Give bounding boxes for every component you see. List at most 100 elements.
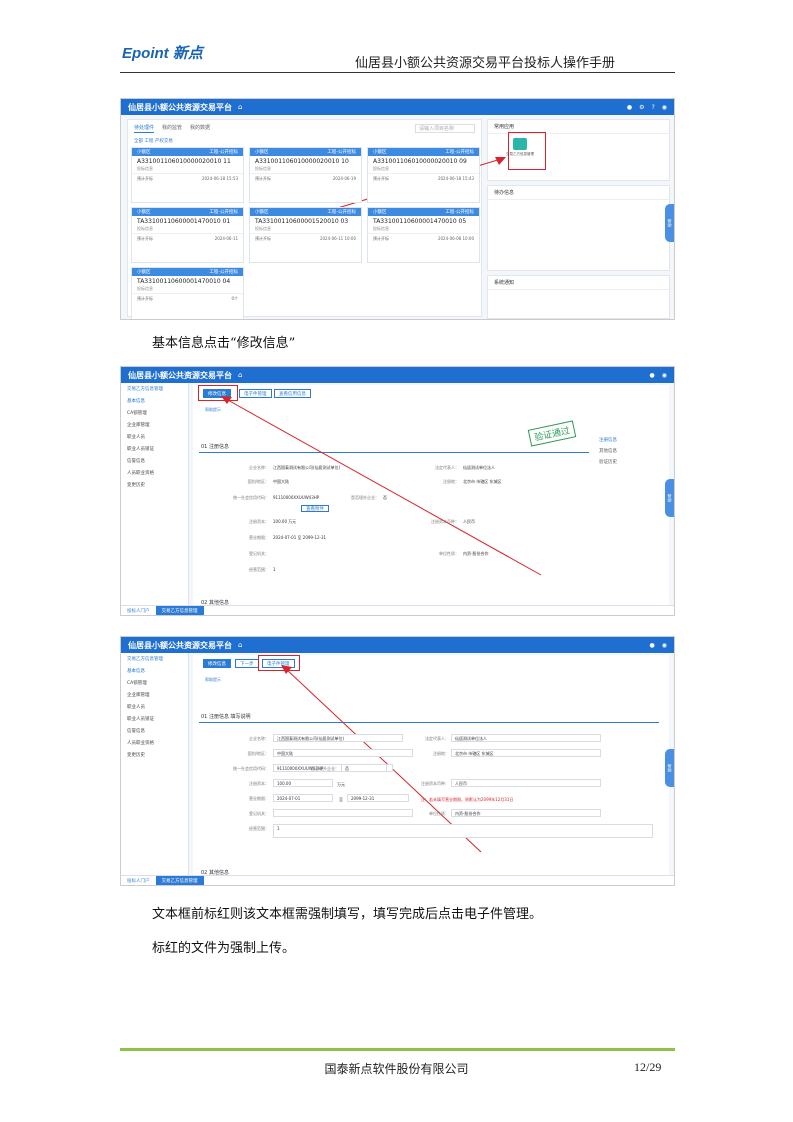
menu-group[interactable]: 交易乙方信息管理 bbox=[121, 653, 188, 665]
field-input[interactable]: 2024-07-01 bbox=[273, 794, 333, 802]
card-header: 小额区 工程-公开招标 bbox=[132, 208, 243, 216]
bottom-tab-manage[interactable]: 交易乙方信息管理 bbox=[155, 876, 204, 885]
menu-staff-lock[interactable]: 职业人员锁证 bbox=[121, 713, 188, 725]
side-tab[interactable]: 帮助 bbox=[665, 479, 674, 517]
end-date-input[interactable]: 2099-12-31 bbox=[347, 794, 409, 802]
field-input[interactable] bbox=[273, 809, 413, 817]
bottom-tab-manage[interactable]: 交易乙方信息管理 bbox=[155, 606, 204, 615]
side-tab[interactable]: 帮助 bbox=[665, 749, 674, 787]
sidebar-menu: 交易乙方信息管理 基本信息 CA锁管理 企业库管理 职业人员 职业人员锁证 信誉… bbox=[121, 653, 189, 875]
menu-ca[interactable]: CA锁管理 bbox=[121, 677, 188, 689]
edit-info-button[interactable]: 修改信息 bbox=[203, 659, 231, 668]
project-card[interactable]: 小额区 工程-公开招标 TA33100110600001520010 03 投标信… bbox=[249, 207, 362, 263]
menu-qualification[interactable]: 人员职业资格 bbox=[121, 737, 188, 749]
field-value: 91110000XXUUW43HP bbox=[273, 495, 320, 500]
card-type: 工程-公开招标 bbox=[327, 150, 356, 155]
menu-ca[interactable]: CA锁管理 bbox=[121, 407, 188, 419]
home-icon[interactable]: ⌂ bbox=[238, 371, 242, 379]
menu-group[interactable]: 交易乙方信息管理 bbox=[121, 383, 188, 395]
card-type: 工程-公开招标 bbox=[327, 210, 356, 215]
tab-pending[interactable]: 待处理件 bbox=[134, 124, 155, 133]
footer-company: 国泰新点软件股份有限公司 bbox=[324, 1062, 469, 1076]
screenshot-dashboard: 仙居县小额公共资源交易平台 ⌂ ● ⚙? ◉ 待处理件 我的监管 我的数据 请输入项… bbox=[120, 98, 675, 320]
field-label: 注册资本币种： bbox=[421, 781, 449, 786]
card-header: 小额区 工程-公开招标 bbox=[368, 148, 479, 156]
filter-bar[interactable]: 全部 工程 产权交易 bbox=[128, 137, 481, 145]
card-row: 预计开标 0个 bbox=[132, 293, 243, 304]
menu-qualification[interactable]: 人员职业资格 bbox=[121, 467, 188, 479]
gear-icon[interactable]: ⚙ bbox=[639, 104, 644, 111]
project-card[interactable]: 小额区 工程-公开招标 TA33100110600001470010 01 投标信… bbox=[131, 207, 244, 263]
tab-data[interactable]: 我的数据 bbox=[190, 124, 210, 133]
next-step-button[interactable]: 下一步 bbox=[235, 659, 259, 668]
bottom-tab-portal[interactable]: 投标人门户 bbox=[121, 878, 156, 884]
bell-icon[interactable]: ● bbox=[650, 372, 655, 379]
project-card[interactable]: 小额区 工程-公开招标 TA33100110600001470010 04 投标信… bbox=[131, 267, 244, 319]
field-input[interactable]: 仙居测试单位法人 bbox=[451, 734, 601, 742]
field-input[interactable]: 否 bbox=[341, 764, 387, 772]
todo-info-title: 待办信息 bbox=[488, 186, 669, 200]
card-row: 预计开标 2024-06-11 10:00 bbox=[250, 233, 361, 244]
project-card[interactable]: 小额区 工程-公开招标 A331001106010000020010 10 投标信… bbox=[249, 147, 362, 203]
home-icon[interactable]: ⌂ bbox=[238, 641, 242, 649]
menu-credit[interactable]: 信誉信息 bbox=[121, 725, 188, 737]
project-card[interactable]: 小额区 工程-公开招标 TA33100110600001470010 05 投标信… bbox=[367, 207, 480, 263]
side-tab[interactable]: 帮助 bbox=[665, 204, 674, 242]
user-icon[interactable]: ◉ bbox=[662, 104, 667, 111]
card-row-label: 预计开标 bbox=[373, 176, 389, 181]
menu-staff[interactable]: 职业人员 bbox=[121, 431, 188, 443]
field-value: 内资-股份合作 bbox=[463, 551, 489, 556]
card-row: 预计开标 2024-06-08 10:00 bbox=[368, 233, 479, 244]
user-icon[interactable]: ◉ bbox=[662, 642, 667, 649]
menu-history[interactable]: 变更历史 bbox=[121, 749, 188, 761]
field-input[interactable]: 100.00 bbox=[273, 779, 333, 787]
nav-other[interactable]: 其他信息 bbox=[599, 446, 617, 457]
card-sub: 投标信息 bbox=[373, 166, 389, 171]
e-doc-button[interactable]: 电子件管理 bbox=[239, 389, 272, 398]
menu-enterprise[interactable]: 企业库管理 bbox=[121, 419, 188, 431]
section-register: 01 注册信息 bbox=[201, 444, 229, 450]
menu-staff[interactable]: 职业人员 bbox=[121, 701, 188, 713]
field-input[interactable]: 中国大陆 bbox=[273, 749, 413, 757]
bell-icon[interactable]: ● bbox=[650, 642, 655, 649]
menu-basic-info[interactable]: 基本信息 bbox=[121, 665, 188, 677]
card-sub: 投标信息 bbox=[373, 226, 389, 231]
nav-history[interactable]: 验证历史 bbox=[599, 457, 617, 468]
user-icon[interactable]: ◉ bbox=[662, 372, 667, 379]
view-attachment-button[interactable]: 查看附件 bbox=[301, 505, 329, 512]
right-nav: 注册信息 其他信息 验证历史 bbox=[599, 435, 617, 468]
project-card[interactable]: 小额区 工程-公开招标 A331001106010000020010 09 投标信… bbox=[367, 147, 480, 203]
highlight-box-edit bbox=[198, 385, 238, 401]
menu-enterprise[interactable]: 企业库管理 bbox=[121, 689, 188, 701]
help-icon[interactable]: ? bbox=[652, 104, 655, 111]
field-input[interactable]: 江西国泰测试有限公司(仙居测试单位) bbox=[273, 734, 403, 742]
search-input[interactable]: 请输入项目名称 bbox=[414, 124, 475, 133]
credit-button[interactable]: 查看信用信息 bbox=[274, 389, 311, 398]
card-type: 工程-公开招标 bbox=[209, 150, 238, 155]
field-input[interactable]: 1 bbox=[273, 824, 653, 838]
field-input[interactable]: 人民币 bbox=[451, 779, 601, 787]
bell-icon[interactable]: ● bbox=[627, 104, 632, 111]
project-card[interactable]: 小额区 工程-公开招标 A331001106010000020010 11 投标信… bbox=[131, 147, 244, 203]
field-label: 企业名称： bbox=[249, 465, 269, 470]
field-input[interactable]: 内资-股份合作 bbox=[451, 809, 601, 817]
section-divider bbox=[199, 722, 659, 723]
menu-credit[interactable]: 信誉信息 bbox=[121, 455, 188, 467]
page-header: Epoint 新点 仙居县小额公共资源交易平台投标人操作手册 bbox=[120, 40, 675, 73]
menu-history[interactable]: 变更历史 bbox=[121, 479, 188, 491]
tab-supervision[interactable]: 我的监管 bbox=[162, 124, 182, 133]
card-code: A331001106010000020010 09 bbox=[373, 158, 467, 165]
home-icon[interactable]: ⌂ bbox=[238, 103, 242, 111]
bottom-tab-portal[interactable]: 投标人门户 bbox=[121, 608, 156, 614]
card-code: TA33100110600001470010 04 bbox=[137, 278, 231, 285]
card-row-label: 预计开标 bbox=[255, 236, 271, 241]
field-label: 注册资本币种： bbox=[431, 519, 459, 524]
nav-register[interactable]: 注册信息 bbox=[599, 435, 617, 446]
menu-basic-info[interactable]: 基本信息 bbox=[121, 395, 188, 407]
card-sub: 投标信息 bbox=[255, 166, 271, 171]
field-input[interactable]: 北京市 市辖区 东城区 bbox=[451, 749, 601, 757]
field-value: 江西国泰测试有限公司(仙居测试单位) bbox=[273, 465, 341, 470]
menu-staff-lock[interactable]: 职业人员锁证 bbox=[121, 443, 188, 455]
card-header: 小额区 工程-公开招标 bbox=[250, 148, 361, 156]
card-region: 小额区 bbox=[255, 210, 269, 215]
